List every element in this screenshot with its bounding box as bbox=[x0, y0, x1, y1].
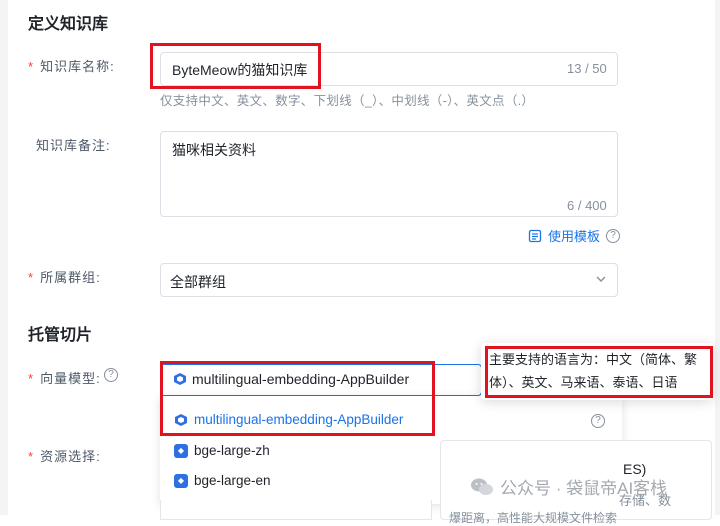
name-field-label-text: 知识库名称: bbox=[40, 59, 115, 74]
name-char-counter: 13 / 50 bbox=[567, 61, 607, 76]
resource-field-label-text: 资源选择: bbox=[40, 449, 101, 464]
required-mark: * bbox=[28, 59, 35, 74]
section-title-chunking: 托管切片 bbox=[28, 327, 93, 344]
group-field-label-text: 所属群组: bbox=[40, 270, 101, 285]
vector-model-help-icon[interactable]: ? bbox=[104, 368, 118, 382]
left-rail bbox=[0, 0, 8, 515]
watermark: 公众号 · 袋鼠帝AI客栈 bbox=[470, 474, 667, 499]
chevron-down-icon[interactable] bbox=[595, 274, 607, 284]
help-circle-icon[interactable]: ? bbox=[606, 228, 621, 243]
wechat-logo-icon bbox=[471, 478, 493, 495]
dropdown-option-bge-en[interactable]: ◆ bge-large-en bbox=[174, 473, 271, 488]
watermark-text: 公众号 · 袋鼠帝AI客栈 bbox=[500, 479, 668, 498]
required-mark: * bbox=[28, 270, 35, 285]
group-select-value: 全部群组 bbox=[170, 274, 226, 290]
group-select[interactable] bbox=[160, 263, 618, 297]
option-help-icon[interactable]: ? bbox=[591, 414, 605, 428]
model-badge-icon: ◆ bbox=[174, 443, 188, 458]
dropdown-option-multilingual[interactable]: multilingual-embedding-AppBuilder bbox=[174, 412, 403, 427]
model-badge-icon: ◆ bbox=[174, 473, 188, 488]
required-mark: * bbox=[28, 449, 35, 464]
use-template-link[interactable]: 使用模板 ? bbox=[528, 226, 621, 245]
cube-icon bbox=[175, 413, 187, 426]
dropdown-option-label: multilingual-embedding-AppBuilder bbox=[194, 412, 404, 427]
note-char-counter: 6 / 400 bbox=[567, 198, 607, 213]
resource-field-label: * 资源选择: bbox=[28, 446, 101, 465]
right-rail bbox=[715, 0, 720, 515]
use-template-label: 使用模板 bbox=[548, 229, 601, 244]
name-input-value: ByteMeow的猫知识库 bbox=[172, 62, 308, 78]
dropdown-option-bge-zh[interactable]: ◆ bge-large-zh bbox=[174, 443, 270, 458]
group-field-label: * 所属群组: bbox=[28, 267, 101, 286]
language-tooltip: 主要支持的语言为：中文（简体、繁体）、英文、马来语、泰语、日语 bbox=[481, 343, 713, 400]
resource-card-left[interactable] bbox=[160, 500, 432, 520]
resource-card-desc-line: 爆距离，高性能大规模文件检索 bbox=[449, 511, 618, 525]
dropdown-option-label: bge-large-zh bbox=[194, 443, 270, 458]
required-mark: * bbox=[28, 371, 35, 386]
cube-icon bbox=[174, 373, 186, 385]
section-title-define: 定义知识库 bbox=[28, 16, 109, 33]
note-textarea-value: 猫咪相关资料 bbox=[172, 142, 256, 158]
vector-model-selected: multilingual-embedding-AppBuilder bbox=[192, 371, 410, 387]
name-hint: 仅支持中文、英文、数字、下划线（_）、中划线（-）、英文点（.） bbox=[160, 94, 535, 108]
vector-model-label-text: 向量模型: bbox=[40, 371, 101, 386]
dropdown-option-label: bge-large-en bbox=[194, 473, 271, 488]
template-icon bbox=[528, 229, 542, 242]
vector-model-label: * 向量模型: bbox=[28, 368, 101, 387]
note-field-label: 知识库备注: bbox=[36, 138, 111, 153]
name-field-label: * 知识库名称: bbox=[28, 56, 115, 75]
